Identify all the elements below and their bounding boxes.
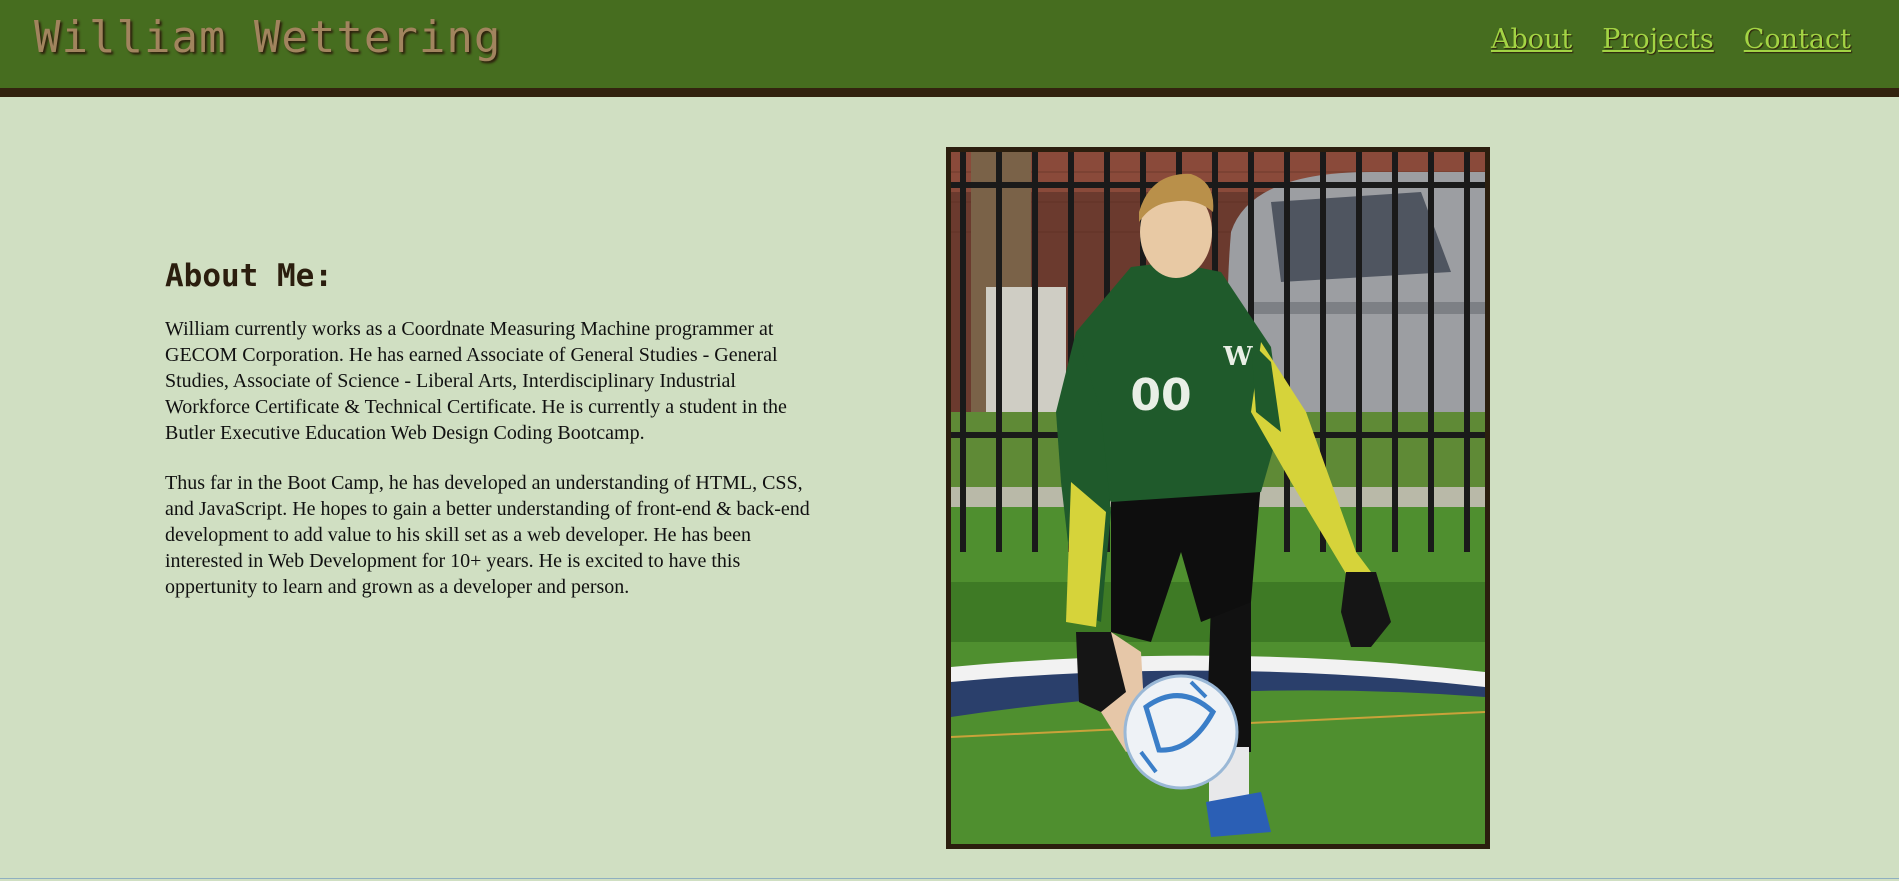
nav-contact-link[interactable]: Contact [1744, 24, 1851, 55]
footer-divider [0, 878, 1899, 879]
jersey-number: 00 [1130, 370, 1191, 421]
profile-photo: 00 W [946, 147, 1490, 849]
about-paragraph-2: Thus far in the Boot Camp, he has develo… [165, 472, 810, 598]
site-header: William Wettering About Projects Contact [0, 0, 1899, 97]
about-heading: About Me: [165, 258, 333, 294]
main-nav: About Projects Contact [1491, 24, 1851, 55]
about-paragraph-1: William currently works as a Coordnate M… [165, 318, 787, 444]
jersey-letter: W [1222, 342, 1253, 372]
soccer-goalkeeper-image: 00 W [951, 152, 1485, 844]
nav-about-link[interactable]: About [1491, 24, 1572, 55]
site-title: William Wettering [34, 12, 502, 63]
nav-projects-link[interactable]: Projects [1602, 24, 1714, 55]
about-section: About Me: William currently works as a C… [165, 258, 815, 624]
